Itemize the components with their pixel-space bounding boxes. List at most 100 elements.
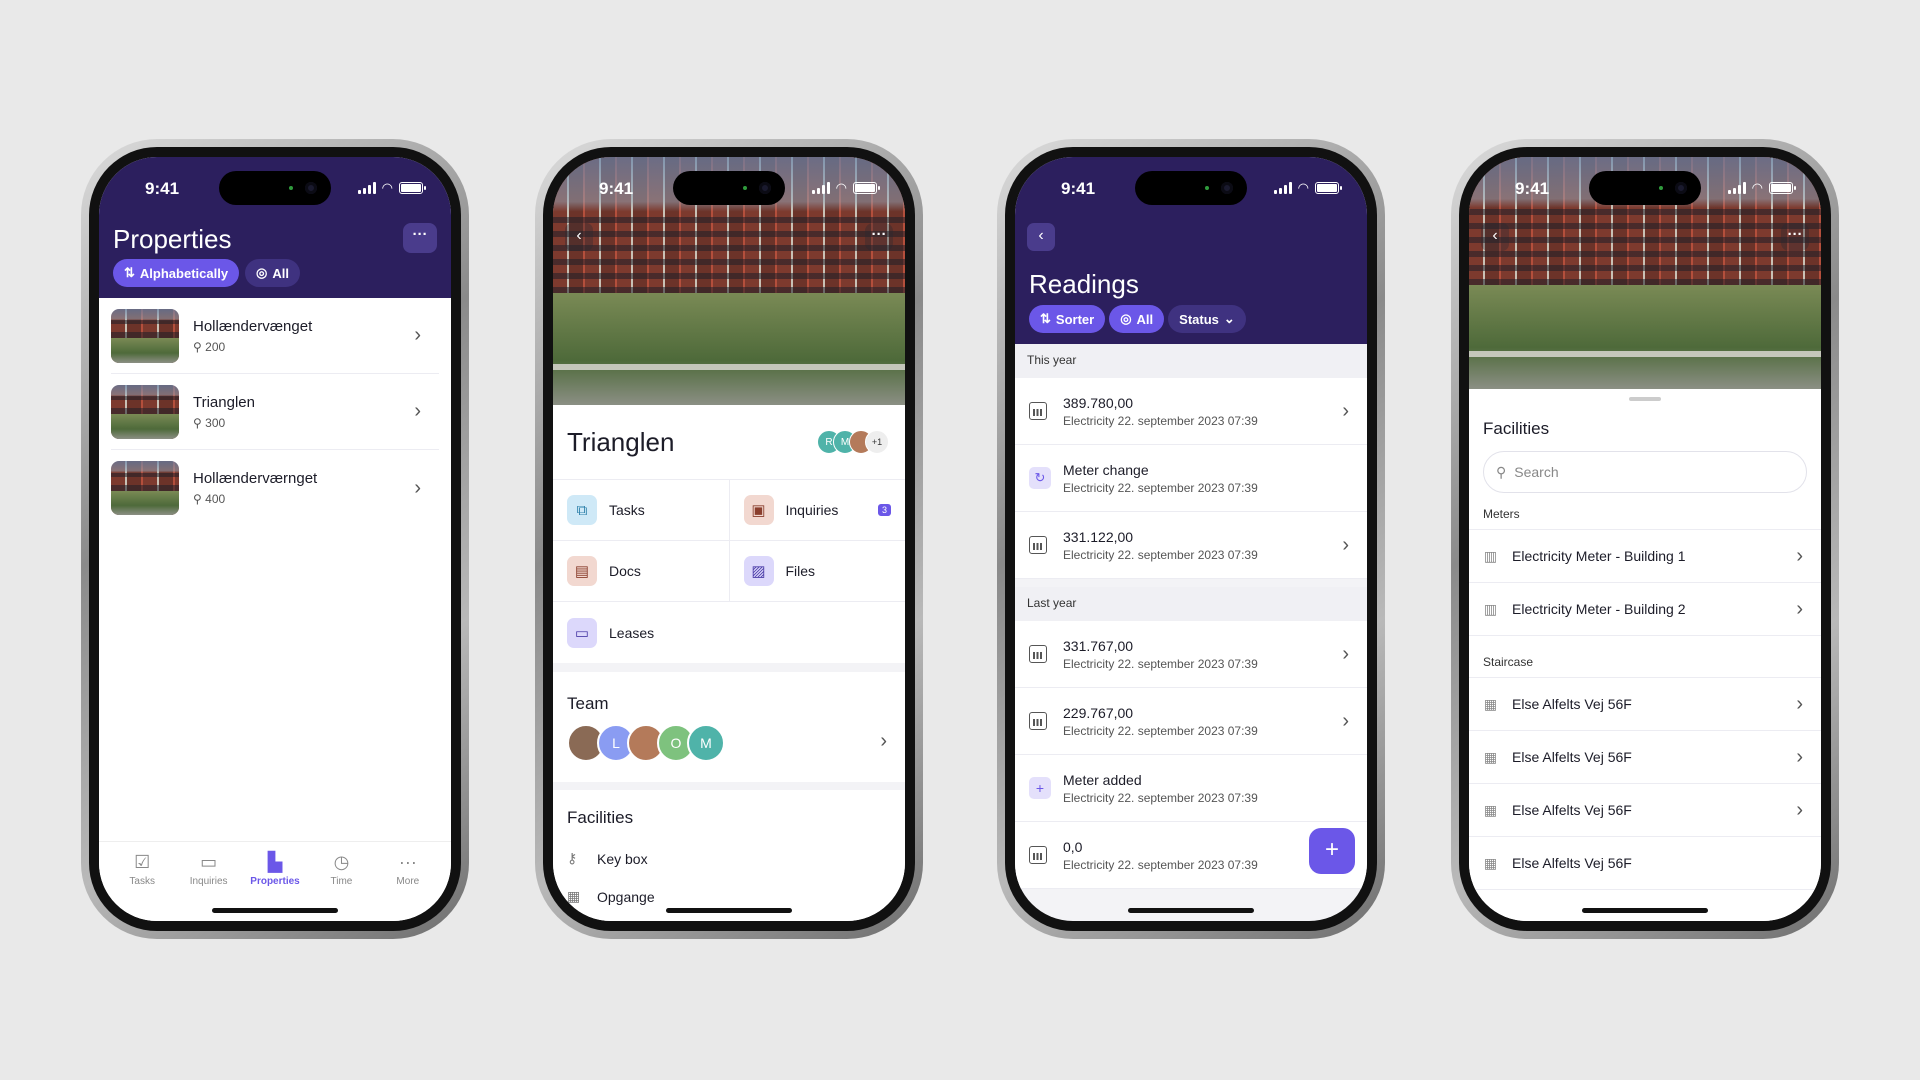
filter-status[interactable]: Status ⌄ — [1168, 305, 1246, 333]
dynamic-island — [1589, 171, 1701, 205]
plus-icon: + — [1324, 836, 1339, 863]
property-thumbnail — [111, 308, 179, 363]
tab-more[interactable]: ··· More — [375, 842, 441, 921]
property-name: Trianglen — [193, 393, 255, 411]
add-reading-button[interactable]: + — [1309, 828, 1355, 874]
battery-icon — [853, 182, 880, 194]
reading-row[interactable]: 389.780,00 Electricity 22. september 2023… — [1015, 378, 1367, 445]
property-thumbnail — [111, 384, 179, 439]
chart-icon: ▥ — [1483, 600, 1498, 617]
more-icon: ··· — [398, 852, 417, 872]
facility-key-box[interactable]: ⚷ Key box — [567, 850, 648, 867]
home-indicator — [1128, 908, 1254, 913]
avatar-stack[interactable]: R M +1 — [817, 430, 889, 454]
reading-row[interactable]: 331.767,00 Electricity 22. september 2023… — [1015, 621, 1367, 688]
staircase-row[interactable]: ▦ Else Alfelts Vej 56F › — [1469, 678, 1821, 731]
property-row[interactable]: Hollænderværnget ⚲ 400 › — [111, 450, 439, 526]
grid-item-files[interactable]: ▨ Files — [730, 541, 906, 601]
status-time: 9:41 — [145, 179, 180, 198]
staircase-row[interactable]: ▦ Else Alfelts Vej 56F › — [1469, 731, 1821, 784]
reading-row[interactable]: + Meter added Electricity 22. september 2… — [1015, 755, 1367, 822]
chart-icon — [1029, 846, 1047, 864]
chart-icon — [1029, 402, 1047, 420]
wifi-icon: ◠ — [1297, 180, 1309, 195]
property-grid: ⧉ Tasks ▣ Inquiries 3 ▤ Docs ▨ Files ▭ L… — [553, 479, 905, 663]
wifi-icon: ◠ — [381, 180, 393, 195]
sort-icon: ⇅ — [1040, 311, 1051, 326]
back-button[interactable]: ‹ — [565, 223, 593, 251]
back-button[interactable]: ‹ — [1027, 223, 1055, 251]
building-icon: ▦ — [1483, 801, 1498, 818]
property-thumbnail — [111, 461, 179, 515]
chevron-right-icon: › — [1342, 642, 1349, 665]
more-button[interactable]: ··· — [1781, 223, 1809, 251]
tab-tasks[interactable]: ☑ Tasks — [109, 842, 175, 921]
search-input[interactable]: ⚲ Search — [1483, 451, 1807, 493]
staircase-row[interactable]: ▦ Else Alfelts Vej 56F › — [1469, 784, 1821, 837]
more-button[interactable]: ··· — [865, 223, 893, 251]
readings-screen: 9:41 ◠ ‹ Readings ⇅ Sorter ◎ All Status ⌄ T… — [1015, 157, 1367, 921]
back-button[interactable]: ‹ — [1481, 223, 1509, 251]
building-icon: ▦ — [1483, 854, 1498, 871]
sort-icon: ⇅ — [124, 265, 135, 280]
more-button[interactable]: ··· — [403, 223, 437, 253]
filter-all[interactable]: ◎ All — [245, 259, 301, 287]
tasks-icon: ☑ — [134, 852, 151, 872]
dynamic-island — [219, 171, 331, 205]
chevron-left-icon: ‹ — [576, 227, 582, 244]
reading-row[interactable]: 229.767,00 Electricity 22. september 2023… — [1015, 688, 1367, 755]
status-time: 9:41 — [1061, 179, 1096, 198]
signal-icon — [357, 182, 376, 194]
grid-item-leases[interactable]: ▭ Leases — [553, 602, 905, 663]
dynamic-island — [1135, 171, 1247, 205]
grid-item-inquiries[interactable]: ▣ Inquiries 3 — [730, 480, 906, 540]
building-icon: ▦ — [1483, 695, 1498, 712]
grid-item-docs[interactable]: ▤ Docs — [553, 541, 730, 601]
chevron-right-icon: › — [1796, 692, 1803, 715]
status-time: 9:41 — [599, 179, 634, 198]
chevron-left-icon: ‹ — [1492, 227, 1498, 244]
reading-row[interactable]: ↻ Meter change Electricity 22. september … — [1015, 445, 1367, 512]
chevron-right-icon: › — [1342, 399, 1349, 422]
signal-icon — [1727, 182, 1746, 194]
stopwatch-icon: ◷ — [333, 852, 350, 872]
plus-icon: + — [1029, 777, 1051, 799]
chart-icon — [1029, 536, 1047, 554]
property-count: 300 — [205, 415, 226, 430]
avatar: M — [687, 724, 725, 762]
signal-icon — [811, 182, 830, 194]
reading-row[interactable]: 331.122,00 Electricity 22. september 2023… — [1015, 512, 1367, 579]
facilities-section: Facilities ⚷ Key box ▦ Opgange — [553, 790, 905, 921]
sheet-grabber[interactable] — [1629, 397, 1661, 401]
property-count: 200 — [205, 339, 226, 354]
property-row[interactable]: Hollændervænget ⚲ 200 › — [111, 298, 439, 374]
meter-row[interactable]: ▥ Electricity Meter - Building 1 › — [1469, 530, 1821, 583]
laptop-icon: ▭ — [567, 617, 597, 648]
filter-sorter[interactable]: ⇅ Sorter — [1029, 305, 1106, 333]
page-title: Properties — [113, 224, 232, 254]
chevron-right-icon: › — [1342, 533, 1349, 556]
grid-item-tasks[interactable]: ⧉ Tasks — [553, 480, 730, 540]
building-icon: ▦ — [1483, 748, 1498, 765]
staircase-section-title: Staircase — [1483, 655, 1534, 669]
chevron-right-icon: › — [1796, 798, 1803, 821]
team-section[interactable]: Team L O M › — [553, 672, 905, 782]
filter-all[interactable]: ◎ All — [1109, 305, 1165, 333]
chevron-left-icon: ‹ — [1038, 227, 1044, 244]
filter-alphabetically[interactable]: ⇅ Alphabetically — [113, 259, 240, 287]
chevron-right-icon: › — [414, 400, 421, 422]
inquiries-badge: 3 — [877, 504, 891, 516]
building-icon: ▦ — [567, 888, 581, 904]
meter-row[interactable]: ▥ Electricity Meter - Building 2 › — [1469, 583, 1821, 636]
section-header: This year — [1015, 344, 1367, 378]
property-row[interactable]: Trianglen ⚲ 300 › — [111, 374, 439, 450]
signal-icon — [1273, 182, 1292, 194]
property-list: Hollændervænget ⚲ 200 › Trianglen ⚲ 300 … — [99, 298, 451, 526]
building-icon: ▙ — [268, 852, 282, 872]
property-detail-screen: 9:41 ◠ ‹ ··· Trianglen R M +1 ⧉ Tasks ▣ … — [553, 157, 905, 921]
person-circle-icon: ◎ — [1120, 311, 1132, 326]
home-indicator — [666, 908, 792, 913]
staircase-row[interactable]: ▦ Else Alfelts Vej 56F — [1469, 837, 1821, 890]
chart-icon — [1029, 645, 1047, 663]
facility-opgange[interactable]: ▦ Opgange — [567, 888, 655, 905]
